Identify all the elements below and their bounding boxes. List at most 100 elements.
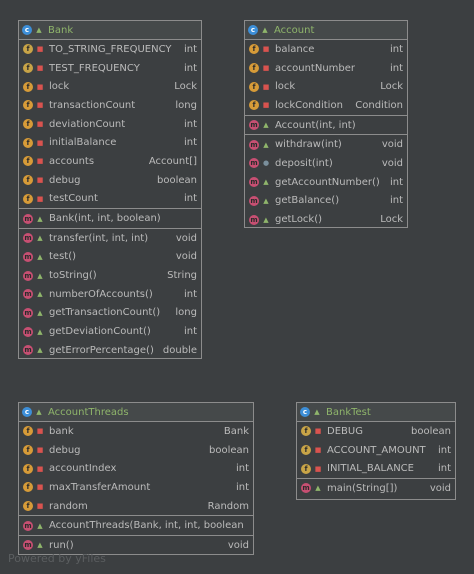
- class-header[interactable]: c ▲ Bank: [19, 21, 201, 40]
- method-row[interactable]: m ● deposit(int) void: [245, 154, 407, 173]
- class-accountthreads[interactable]: c ▲ AccountThreads f ■ bank Bank f ■ debug bool…: [18, 402, 254, 555]
- public-leaf-icon: ▲: [315, 484, 321, 493]
- field-name: debug: [49, 444, 81, 456]
- field-row[interactable]: f ■ lock Lock: [245, 77, 407, 96]
- private-lock-icon: ■: [36, 194, 44, 203]
- return-type: int: [183, 288, 197, 300]
- class-icon: c: [22, 25, 32, 35]
- class-header[interactable]: c ▲ Account: [245, 21, 407, 40]
- method-row[interactable]: m ▲ getBalance() int: [245, 192, 407, 211]
- field-row[interactable]: f ■ lock Lock: [19, 77, 201, 96]
- private-lock-icon: ■: [262, 101, 270, 110]
- field-icon: f: [23, 81, 33, 92]
- field-row[interactable]: f ■ maxTransferAmount int: [19, 478, 253, 497]
- class-header[interactable]: c ▲ BankTest: [297, 403, 455, 422]
- public-leaf-icon: ▲: [263, 140, 269, 149]
- method-signature: transfer(int, int, int): [49, 232, 149, 244]
- leaf-icon: ▲: [262, 26, 268, 34]
- method-row[interactable]: m ▲ getErrorPercentage() double: [19, 341, 201, 360]
- methods-section: m ▲ transfer(int, int, int) void m ▲ test() voi…: [19, 229, 201, 360]
- static-method-icon: m: [301, 483, 311, 494]
- field-type: Lock: [174, 81, 197, 93]
- private-lock-icon: ■: [314, 427, 322, 436]
- method-row[interactable]: m ▲ numberOfAccounts() int: [19, 285, 201, 304]
- field-type: int: [183, 62, 197, 74]
- leaf-icon: ▲: [36, 408, 42, 416]
- field-name: bank: [49, 425, 74, 437]
- field-type: boolean: [411, 425, 451, 437]
- return-type: int: [389, 195, 403, 207]
- method-row[interactable]: m ▲ getDeviationCount() int: [19, 322, 201, 341]
- watermark: Powered by yFiles: [8, 552, 106, 565]
- field-name: TO_STRING_FREQUENCY: [49, 43, 172, 55]
- method-row[interactable]: m ▲ Bank(int, int, boolean): [19, 209, 201, 228]
- method-row[interactable]: m ▲ AccountThreads(Bank, int, int, boolean…: [19, 516, 253, 535]
- method-row[interactable]: m ▲ test() void: [19, 248, 201, 267]
- field-icon: f: [23, 463, 33, 474]
- field-row[interactable]: f ■ TEST_FREQUENCY int: [19, 59, 201, 78]
- leaf-icon: ▲: [314, 408, 320, 416]
- field-row[interactable]: f ■ debug boolean: [19, 171, 201, 190]
- return-type: int: [389, 176, 403, 188]
- field-icon: f: [249, 44, 259, 55]
- class-name: Bank: [48, 24, 74, 36]
- field-row[interactable]: f ■ DEBUG boolean: [297, 422, 455, 441]
- class-account[interactable]: c ▲ Account f ■ balance int f ■ accountNumber i…: [244, 20, 408, 228]
- private-lock-icon: ■: [36, 427, 44, 436]
- methods-section: m ▲ withdraw(int) void m ● deposit(int) void m ▲ g…: [245, 135, 407, 228]
- field-row[interactable]: f ■ bank Bank: [19, 422, 253, 441]
- field-row[interactable]: f ■ initialBalance int: [19, 133, 201, 152]
- method-row[interactable]: m ▲ getTransactionCount() long: [19, 304, 201, 323]
- method-row[interactable]: m ▲ getAccountNumber() int: [245, 173, 407, 192]
- method-row[interactable]: m ▲ getLock() Lock: [245, 210, 407, 229]
- method-signature: Bank(int, int, boolean): [49, 213, 161, 225]
- method-row[interactable]: m ▲ transfer(int, int, int) void: [19, 229, 201, 248]
- field-row[interactable]: f ■ accountNumber int: [245, 59, 407, 78]
- return-type: String: [167, 270, 197, 282]
- field-name: debug: [49, 174, 81, 186]
- field-type: Lock: [380, 81, 403, 93]
- field-name: accounts: [49, 155, 95, 167]
- method-icon: m: [23, 520, 33, 531]
- method-icon: m: [23, 345, 33, 356]
- field-row[interactable]: f ■ debug boolean: [19, 441, 253, 460]
- field-icon: f: [23, 100, 33, 111]
- field-row[interactable]: f ■ lockCondition Condition: [245, 96, 407, 115]
- field-type: int: [389, 62, 403, 74]
- field-name: maxTransferAmount: [49, 481, 151, 493]
- method-signature: toString(): [49, 270, 97, 282]
- static-field-icon: f: [301, 426, 311, 437]
- method-icon: m: [23, 270, 33, 281]
- class-banktest[interactable]: c ▲ BankTest f ■ DEBUG boolean f ■ ACCOUNT_AMO…: [296, 402, 456, 500]
- method-row[interactable]: m ▲ withdraw(int) void: [245, 135, 407, 154]
- public-leaf-icon: ▲: [263, 215, 269, 224]
- field-row[interactable]: f ■ accountIndex int: [19, 459, 253, 478]
- field-name: transactionCount: [49, 99, 136, 111]
- field-row[interactable]: f ■ transactionCount long: [19, 96, 201, 115]
- field-row[interactable]: f ■ ACCOUNT_AMOUNT int: [297, 441, 455, 460]
- field-row[interactable]: f ■ deviationCount int: [19, 115, 201, 134]
- class-header[interactable]: c ▲ AccountThreads: [19, 403, 253, 422]
- field-name: DEBUG: [327, 425, 363, 437]
- field-row[interactable]: f ■ random Random: [19, 497, 253, 516]
- field-type: int: [183, 43, 197, 55]
- method-row[interactable]: m ▲ toString() String: [19, 266, 201, 285]
- field-row[interactable]: f ■ INITIAL_BALANCE int: [297, 459, 455, 478]
- method-signature: getErrorPercentage(): [49, 344, 154, 356]
- return-type: double: [162, 344, 197, 356]
- return-type: void: [381, 157, 403, 169]
- method-row[interactable]: m ▲ main(String[]) void: [297, 479, 455, 498]
- field-type: int: [183, 118, 197, 130]
- method-row[interactable]: m ▲ Account(int, int): [245, 116, 407, 135]
- field-row[interactable]: f ■ TO_STRING_FREQUENCY int: [19, 40, 201, 59]
- field-type: int: [437, 444, 451, 456]
- method-icon: m: [23, 326, 33, 337]
- field-row[interactable]: f ■ testCount int: [19, 190, 201, 209]
- field-row[interactable]: f ■ accounts Account[]: [19, 152, 201, 171]
- field-type: Bank: [223, 425, 249, 437]
- class-bank[interactable]: c ▲ Bank f ■ TO_STRING_FREQUENCY int f ■ TEST_…: [18, 20, 202, 359]
- public-leaf-icon: ▲: [37, 521, 43, 530]
- return-type: void: [175, 232, 197, 244]
- field-row[interactable]: f ■ balance int: [245, 40, 407, 59]
- private-lock-icon: ■: [262, 64, 270, 73]
